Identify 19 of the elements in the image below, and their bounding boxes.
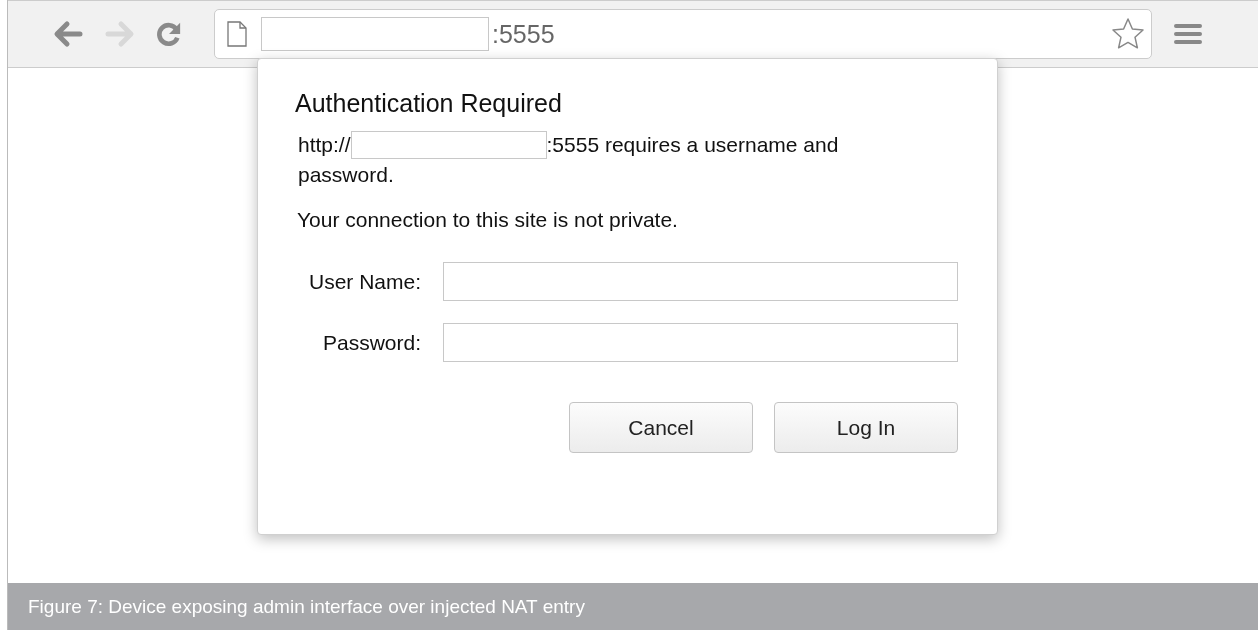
message-text: password. <box>298 162 394 188</box>
message-text: :5555 requires a username and <box>546 132 839 158</box>
reload-icon[interactable] <box>156 21 182 47</box>
field-label: Password: <box>321 330 421 355</box>
figure-caption: Figure 7: Device exposing admin interface over injected NAT entry <box>8 583 1258 630</box>
dialog-button[interactable]: Cancel <box>569 402 753 453</box>
dialog-button[interactable]: Log In <box>774 402 958 453</box>
dialog-title: Authentication Required <box>295 89 563 118</box>
star-icon[interactable] <box>1111 17 1145 51</box>
menu-icon[interactable] <box>1174 22 1202 46</box>
page-icon <box>227 21 247 47</box>
input-field[interactable] <box>443 262 958 301</box>
message-text: http:// <box>298 132 351 158</box>
address-bar[interactable]: :5555 <box>214 9 1152 59</box>
back-icon[interactable] <box>52 20 84 48</box>
field-label: User Name: <box>307 269 421 294</box>
url-text: :5555 <box>492 19 555 49</box>
warning-text: Your connection to this site is not private. <box>296 208 679 232</box>
input-field[interactable] <box>443 323 958 362</box>
